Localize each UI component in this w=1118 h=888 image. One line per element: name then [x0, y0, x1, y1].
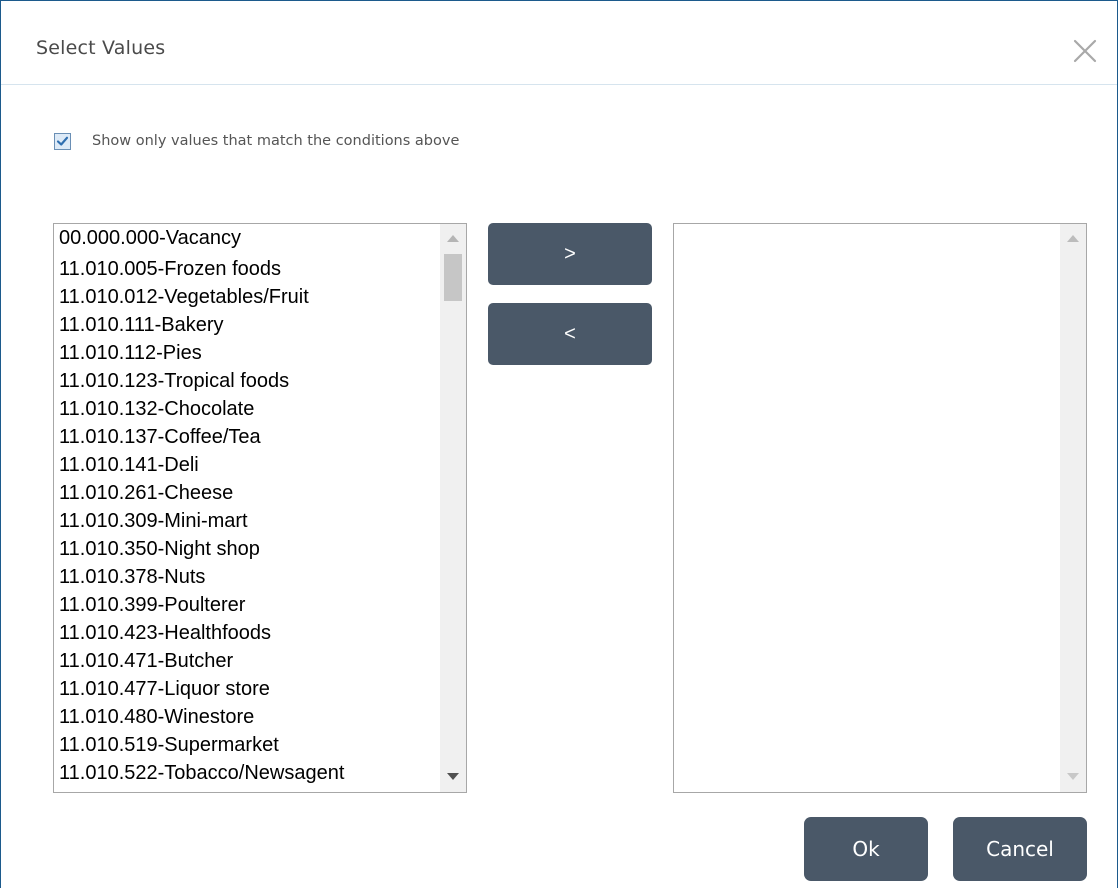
list-item[interactable]: 00.000.000-Vacancy [59, 227, 344, 255]
list-item[interactable]: 11.010.137-Coffee/Tea [59, 423, 344, 452]
cancel-button[interactable]: Cancel [953, 817, 1087, 881]
checkmark-icon [56, 136, 69, 146]
available-list-scrollbar[interactable] [440, 224, 466, 792]
list-item[interactable]: 11.010.123-Tropical foods [59, 367, 344, 396]
list-item[interactable]: 11.010.141-Deli [59, 451, 344, 480]
list-item[interactable]: 11.010.477-Liquor store [59, 675, 344, 704]
remove-selected-button[interactable]: < [488, 303, 652, 365]
list-item[interactable]: 11.010.480-Winestore [59, 703, 344, 732]
list-item[interactable]: 11.010.399-Poulterer [59, 591, 344, 620]
list-item[interactable]: 11.010.519-Supermarket [59, 731, 344, 760]
select-values-dialog: Select Values Show only values that matc… [0, 0, 1118, 888]
close-button[interactable] [1071, 37, 1099, 65]
dialog-header: Select Values [1, 1, 1117, 85]
scroll-thumb[interactable] [444, 254, 462, 301]
available-values-items: 00.000.000-Vacancy 11.010.005-Frozen food… [59, 227, 344, 787]
list-item[interactable]: 11.010.012-Vegetables/Fruit [59, 283, 344, 312]
list-item[interactable]: 11.010.111-Bakery [59, 311, 344, 340]
add-selected-button[interactable]: > [488, 223, 652, 285]
list-item[interactable]: 11.010.522-Tobacco/Newsagent [59, 759, 344, 788]
selected-list-scrollbar[interactable] [1060, 224, 1086, 792]
ok-button[interactable]: Ok [804, 817, 928, 881]
list-item[interactable]: 11.010.112-Pies [59, 339, 344, 368]
available-values-list[interactable]: 00.000.000-Vacancy 11.010.005-Frozen food… [53, 223, 467, 793]
list-item[interactable]: 11.010.378-Nuts [59, 563, 344, 592]
list-item[interactable]: 11.010.309-Mini-mart [59, 507, 344, 536]
show-matching-checkbox[interactable] [54, 133, 71, 150]
list-item[interactable]: 11.010.471-Butcher [59, 647, 344, 676]
list-item[interactable]: 11.010.132-Chocolate [59, 395, 344, 424]
selected-values-list[interactable] [673, 223, 1087, 793]
list-item[interactable]: 11.010.350-Night shop [59, 535, 344, 564]
show-matching-label: Show only values that match the conditio… [92, 133, 460, 149]
scroll-down-arrow-icon[interactable] [1067, 773, 1079, 780]
scroll-up-arrow-icon[interactable] [1067, 235, 1079, 242]
scroll-down-arrow-icon[interactable] [447, 773, 459, 780]
list-item[interactable]: 11.010.261-Cheese [59, 479, 344, 508]
scroll-up-arrow-icon[interactable] [447, 235, 459, 242]
list-item[interactable]: 11.010.423-Healthfoods [59, 619, 344, 648]
dialog-title: Select Values [36, 37, 166, 59]
close-icon [1073, 39, 1097, 63]
list-item[interactable]: 11.010.005-Frozen foods [59, 255, 344, 284]
